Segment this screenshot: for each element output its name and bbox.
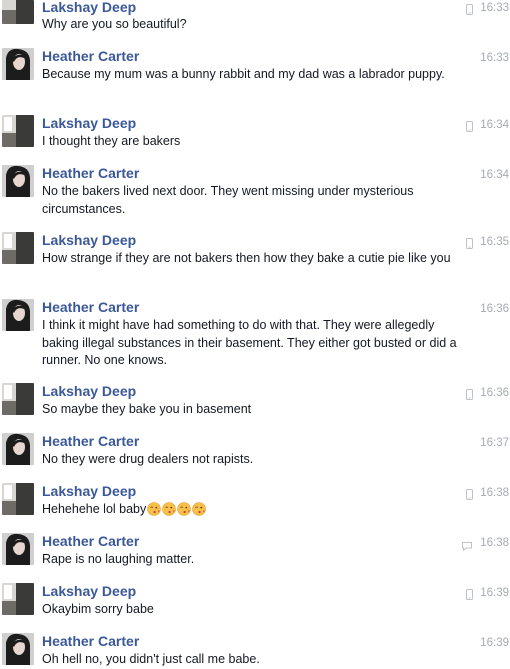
sender-name[interactable]: Heather Carter: [42, 165, 139, 182]
avatar[interactable]: [2, 232, 34, 264]
mobile-icon: [466, 2, 473, 20]
sender-name[interactable]: Lakshay Deep: [42, 0, 136, 16]
sender-name[interactable]: Lakshay Deep: [42, 232, 136, 249]
message-time: 16:38: [480, 537, 509, 549]
avatar[interactable]: [2, 433, 34, 465]
message-text: Rape is no laughing matter.: [42, 552, 195, 566]
sender-name[interactable]: Heather Carter: [42, 299, 139, 316]
message-text-content: Hehehehe lol baby: [42, 502, 147, 516]
avatar[interactable]: [2, 0, 34, 24]
sender-name[interactable]: Lakshay Deep: [42, 115, 136, 132]
avatar[interactable]: [2, 533, 34, 565]
message-text: How strange if they are not bakers then …: [42, 251, 451, 265]
chat-bubble-icon: [462, 538, 472, 556]
message-text: So maybe they bake you in basement: [42, 402, 252, 416]
mobile-icon: [466, 119, 473, 137]
message-time: 16:34: [480, 119, 509, 131]
message-text: Okaybim sorry babe: [42, 602, 154, 616]
mobile-icon: [466, 236, 473, 254]
sender-name[interactable]: Heather Carter: [42, 633, 139, 650]
message-time: 16:33: [480, 52, 509, 64]
sender-name[interactable]: Heather Carter: [42, 433, 139, 450]
sender-name[interactable]: Lakshay Deep: [42, 583, 136, 600]
avatar[interactable]: [2, 299, 34, 331]
message-time: 16:39: [480, 637, 509, 649]
sender-name[interactable]: Heather Carter: [42, 48, 139, 65]
sender-name[interactable]: Lakshay Deep: [42, 483, 136, 500]
avatar[interactable]: [2, 633, 34, 665]
message-time: 16:36: [480, 387, 509, 399]
avatar[interactable]: [2, 48, 34, 80]
message-text: No the bakers lived next door. They went…: [42, 184, 414, 216]
message-text: Hehehehe lol baby: [42, 501, 460, 519]
message-time: 16:35: [480, 236, 509, 248]
message-time: 16:38: [480, 487, 509, 499]
mobile-icon: [466, 587, 473, 605]
kiss-emoji-icon: [192, 502, 207, 516]
message-time: 16:39: [480, 587, 509, 599]
message-text: Oh hell no, you didn't just call me babe…: [42, 652, 260, 666]
sender-name[interactable]: Lakshay Deep: [42, 383, 136, 400]
message-text: I think it might have had something to d…: [42, 318, 457, 367]
message-time: 16:36: [480, 303, 509, 315]
avatar[interactable]: [2, 165, 34, 197]
kiss-emoji-icon: [162, 502, 177, 516]
message-text: I thought they are bakers: [42, 134, 181, 148]
message-time: 16:33: [480, 2, 509, 14]
kiss-emoji-icon: [147, 502, 162, 516]
avatar[interactable]: [2, 583, 34, 615]
message-text: Because my mum was a bunny rabbit and my…: [42, 67, 445, 81]
message-text: Why are you so beautiful?: [42, 17, 187, 31]
avatar[interactable]: [2, 483, 34, 515]
message-text: No they were drug dealers not rapists.: [42, 452, 254, 466]
kiss-emoji-icon: [177, 502, 192, 516]
message-time: 16:34: [480, 169, 509, 181]
avatar[interactable]: [2, 115, 34, 147]
avatar[interactable]: [2, 383, 34, 415]
message-time: 16:37: [480, 437, 509, 449]
sender-name[interactable]: Heather Carter: [42, 533, 139, 550]
mobile-icon: [466, 487, 473, 505]
mobile-icon: [466, 387, 473, 405]
